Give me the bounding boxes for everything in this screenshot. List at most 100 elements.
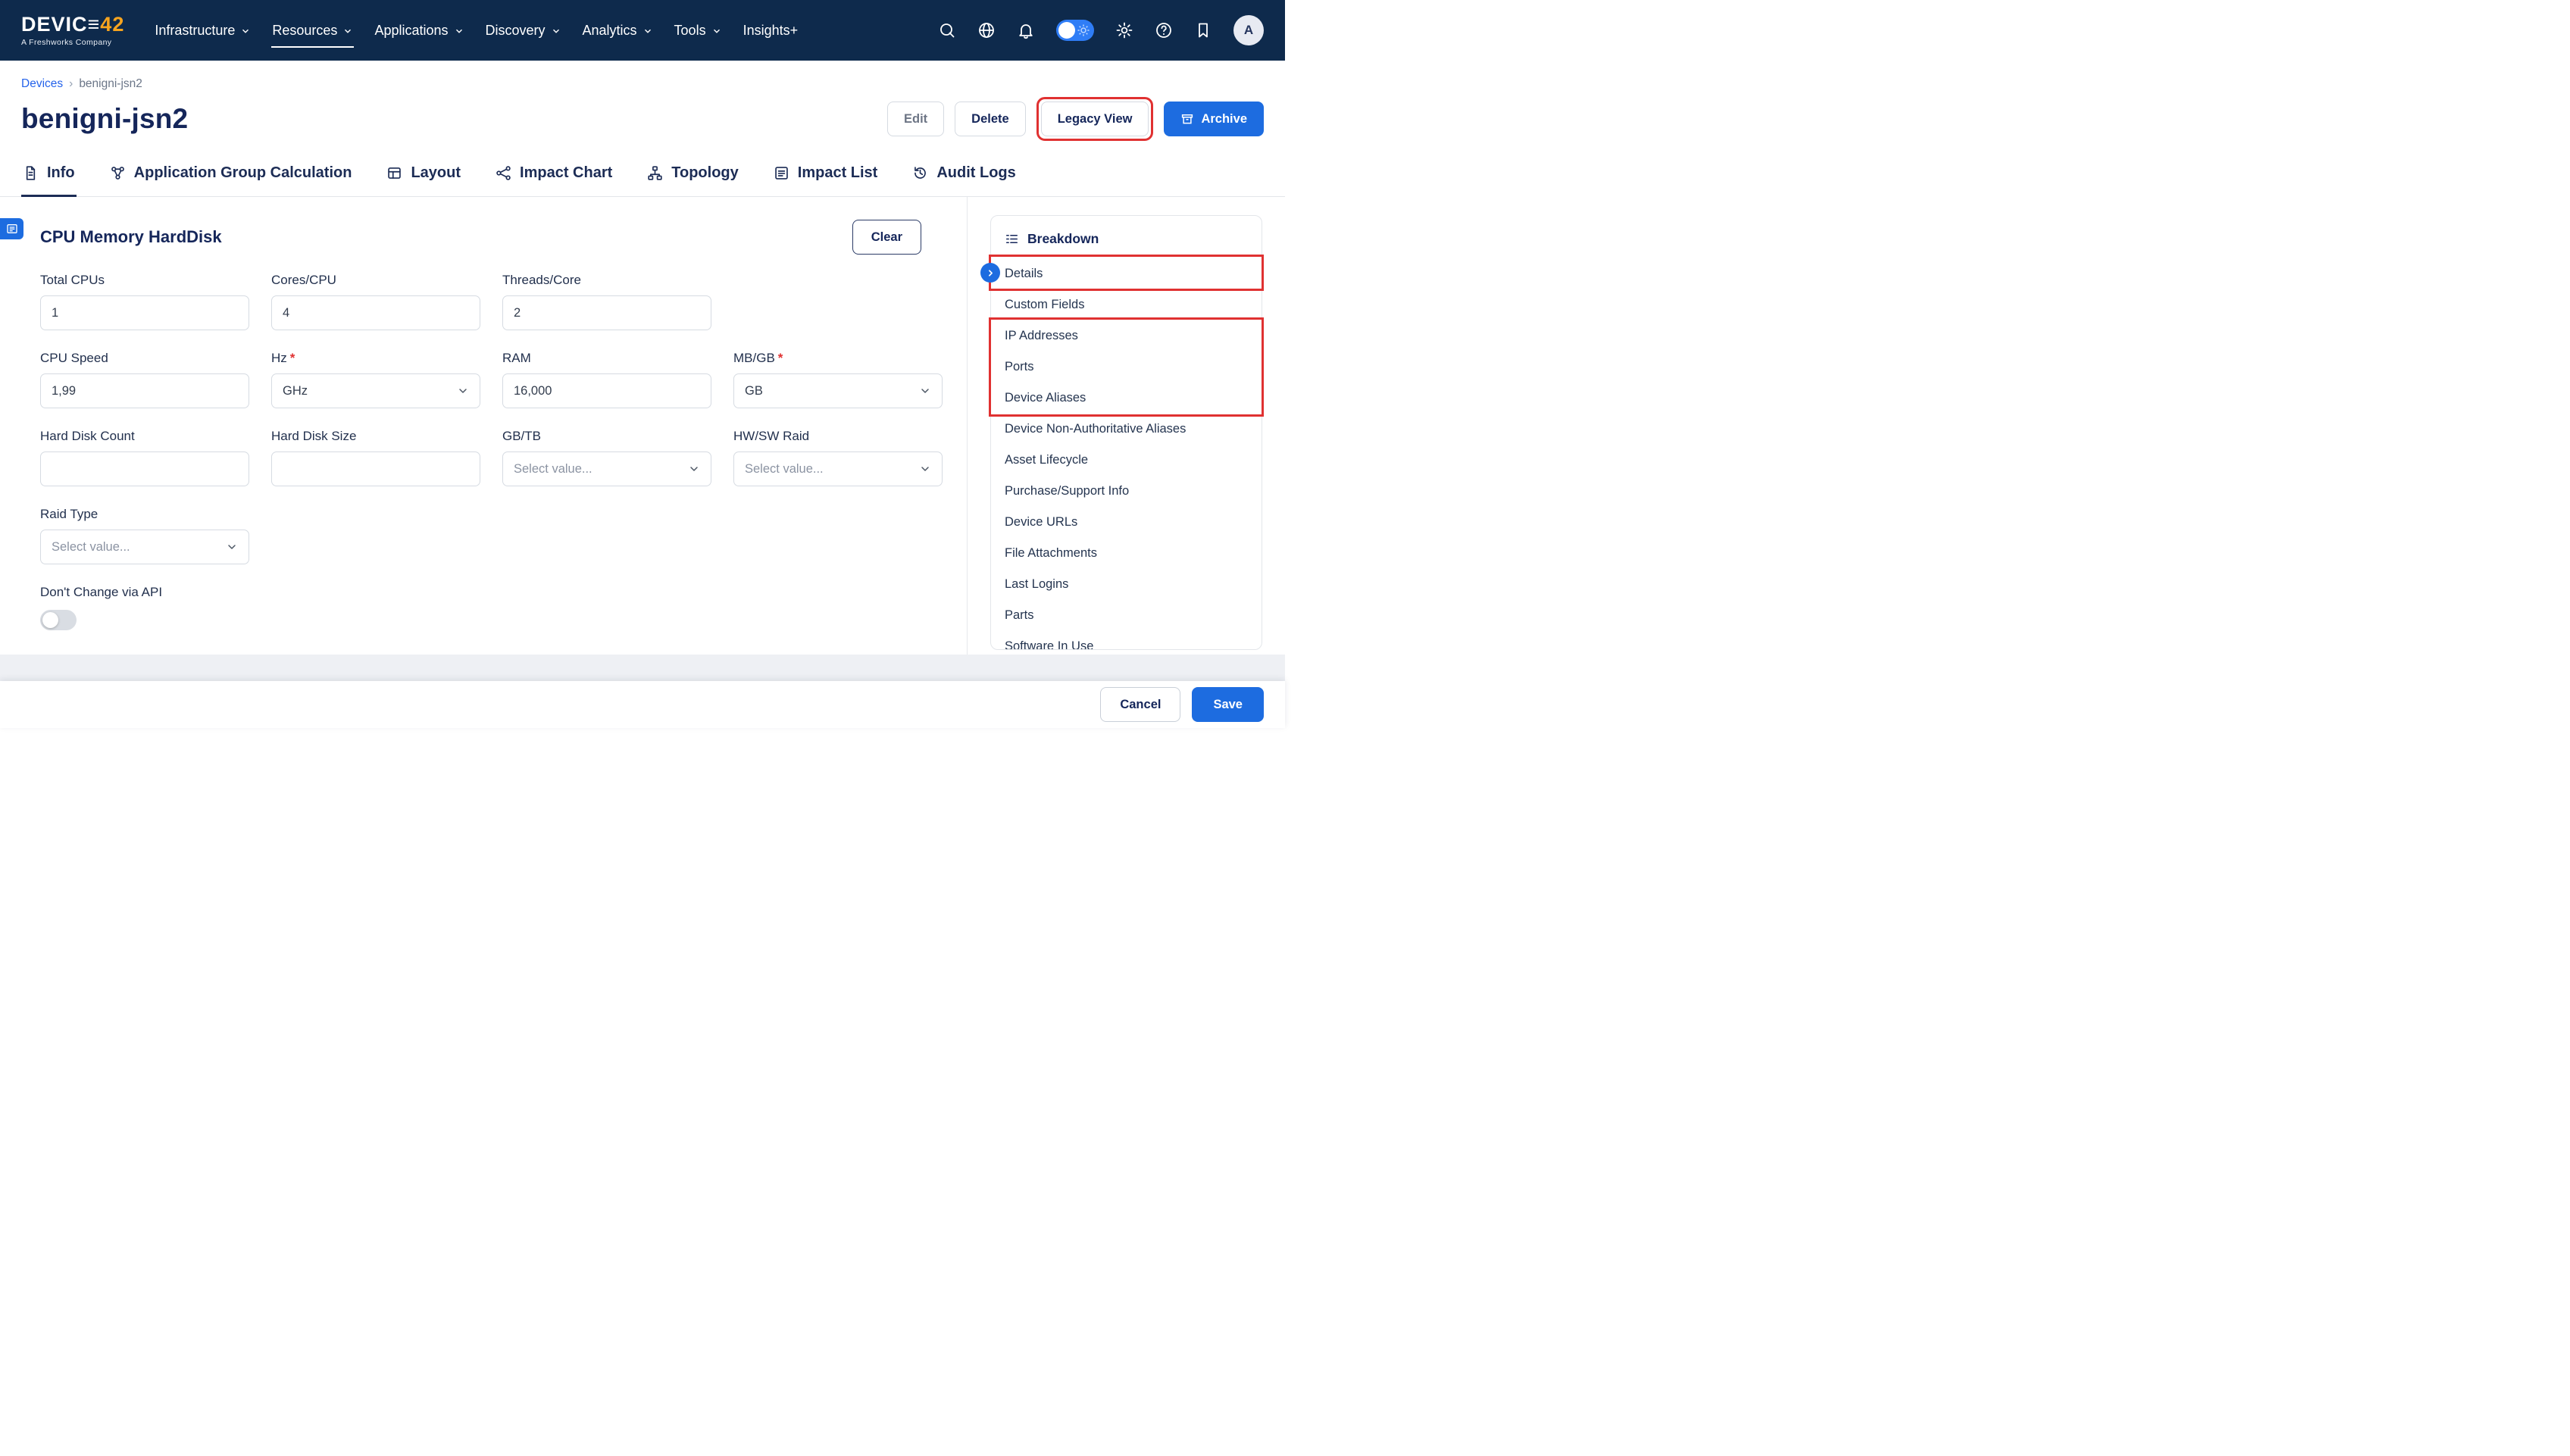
tab-bar: Info Application Group Calculation Layou…: [0, 153, 1285, 197]
breakdown-item-last-logins[interactable]: Last Logins: [991, 569, 1262, 600]
globe-icon[interactable]: [977, 21, 996, 39]
chevron-down-icon: [919, 463, 931, 475]
nav-analytics[interactable]: Analytics: [572, 0, 664, 61]
breakdown-item-custom-fields[interactable]: Custom Fields: [991, 289, 1262, 320]
annotation-legacy-view: Legacy View: [1036, 97, 1154, 141]
nodes-icon: [110, 165, 126, 181]
hard-disk-count-input[interactable]: [40, 451, 249, 486]
archive-icon: [1180, 112, 1194, 126]
chevron-down-icon: [226, 541, 238, 553]
help-icon[interactable]: [1155, 21, 1173, 39]
breakdown-item-details[interactable]: Details: [991, 258, 1262, 289]
cancel-button[interactable]: Cancel: [1100, 687, 1180, 722]
required-asterisk: *: [290, 351, 295, 365]
nav-insights[interactable]: Insights+: [733, 0, 809, 61]
cpu-memory-harddisk-section: CPU Memory HardDisk Clear Total CPUs Cor…: [0, 197, 968, 655]
bookmark-icon[interactable]: [1194, 21, 1212, 39]
cores-cpu-input[interactable]: [271, 295, 480, 330]
tab-audit-logs[interactable]: Audit Logs: [911, 153, 1017, 197]
gb-tb-select[interactable]: Select value...: [502, 451, 711, 486]
chevron-down-icon: [688, 463, 700, 475]
ram-input[interactable]: [502, 373, 711, 408]
nav-discovery[interactable]: Discovery: [475, 0, 572, 61]
breadcrumb-devices[interactable]: Devices: [21, 77, 63, 91]
sun-icon: [1077, 23, 1090, 37]
clear-button[interactable]: Clear: [852, 220, 921, 255]
tab-application-group-calculation[interactable]: Application Group Calculation: [108, 153, 354, 197]
hard-disk-size-input[interactable]: [271, 451, 480, 486]
toggle-knob: [42, 612, 58, 628]
tab-layout[interactable]: Layout: [385, 153, 462, 197]
nav-resources[interactable]: Resources: [261, 0, 364, 61]
save-button[interactable]: Save: [1192, 687, 1264, 722]
tab-info[interactable]: Info: [21, 153, 77, 197]
breakdown-item-purchase-support-info[interactable]: Purchase/Support Info: [991, 476, 1262, 507]
bell-icon[interactable]: [1017, 21, 1035, 39]
nav-tools[interactable]: Tools: [664, 0, 733, 61]
breakdown-sidebar: Breakdown Details Custom Fields IP Addre…: [968, 197, 1285, 655]
topbar-icons: A: [938, 15, 1264, 45]
breakdown-item-file-attachments[interactable]: File Attachments: [991, 538, 1262, 569]
breakdown-item-ip-addresses[interactable]: IP Addresses: [991, 320, 1262, 352]
avatar[interactable]: A: [1233, 15, 1264, 45]
content-area: CPU Memory HardDisk Clear Total CPUs Cor…: [0, 197, 1285, 655]
title-actions: Edit Delete Legacy View Archive: [887, 97, 1264, 141]
topology-icon: [647, 165, 663, 181]
cpu-speed-input[interactable]: [40, 373, 249, 408]
raid-type-select[interactable]: Select value...: [40, 530, 249, 564]
tab-topology[interactable]: Topology: [646, 153, 740, 197]
logo-tagline: A Freshworks Company: [21, 38, 124, 47]
list-icon: [774, 165, 789, 181]
chevron-down-icon: [711, 26, 722, 36]
hz-select[interactable]: GHz: [271, 373, 480, 408]
breakdown-item-device-non-authoritative-aliases[interactable]: Device Non-Authoritative Aliases: [991, 414, 1262, 445]
collapse-chevron-button[interactable]: [980, 263, 1000, 283]
background-gap: [0, 655, 1285, 681]
edit-button[interactable]: Edit: [887, 102, 944, 136]
nav-applications[interactable]: Applications: [364, 0, 474, 61]
main-nav: Infrastructure Resources Applications Di…: [144, 0, 808, 61]
breakdown-item-device-urls[interactable]: Device URLs: [991, 507, 1262, 538]
mb-gb-select[interactable]: GB: [733, 373, 943, 408]
nav-infrastructure[interactable]: Infrastructure: [144, 0, 261, 61]
tab-impact-list[interactable]: Impact List: [772, 153, 880, 197]
search-icon[interactable]: [938, 21, 956, 39]
chevron-down-icon: [642, 26, 653, 36]
section-title: CPU Memory HardDisk: [40, 227, 222, 247]
delete-button[interactable]: Delete: [955, 102, 1026, 136]
breakdown-item-software-in-use[interactable]: Software In Use: [991, 631, 1262, 650]
field-hw-sw-raid: HW/SW Raid Select value...: [733, 429, 943, 486]
form-grid: Total CPUs Cores/CPU Threads/Core CPU Sp…: [40, 273, 944, 630]
breakdown-item-parts[interactable]: Parts: [991, 600, 1262, 631]
legacy-view-button[interactable]: Legacy View: [1041, 102, 1149, 136]
threads-core-input[interactable]: [502, 295, 711, 330]
total-cpus-input[interactable]: [40, 295, 249, 330]
toggle-knob: [1058, 22, 1075, 39]
gear-icon[interactable]: [1115, 21, 1133, 39]
page-title: benigni-jsn2: [21, 103, 188, 135]
side-panel-toggle[interactable]: [0, 218, 23, 239]
breakdown-item-ports[interactable]: Ports: [991, 352, 1262, 383]
breakdown-panel: Breakdown Details Custom Fields IP Addre…: [990, 215, 1262, 650]
field-cores-cpu: Cores/CPU: [271, 273, 480, 330]
device42-logo[interactable]: DEVIC≡42 A Freshworks Company: [21, 14, 124, 47]
archive-button[interactable]: Archive: [1164, 102, 1264, 136]
breakdown-item-asset-lifecycle[interactable]: Asset Lifecycle: [991, 445, 1262, 476]
field-cpu-speed: CPU Speed: [40, 351, 249, 408]
logo-text: DEVIC≡42: [21, 14, 124, 35]
hw-sw-raid-select[interactable]: Select value...: [733, 451, 943, 486]
required-asterisk: *: [778, 351, 783, 365]
dont-change-api-toggle[interactable]: [40, 610, 77, 630]
chevron-down-icon: [551, 26, 561, 36]
breakdown-item-device-aliases[interactable]: Device Aliases: [991, 383, 1262, 414]
page: DEVIC≡42 A Freshworks Company Infrastruc…: [0, 0, 1285, 728]
field-hard-disk-size: Hard Disk Size: [271, 429, 480, 486]
breakdown-header: Breakdown: [991, 216, 1262, 258]
tab-impact-chart[interactable]: Impact Chart: [494, 153, 614, 197]
chevron-down-icon: [919, 385, 931, 397]
field-total-cpus: Total CPUs: [40, 273, 249, 330]
list-tree-icon: [1005, 232, 1019, 246]
theme-toggle[interactable]: [1056, 20, 1094, 41]
title-row: benigni-jsn2 Edit Delete Legacy View Arc…: [0, 91, 1285, 141]
field-hard-disk-count: Hard Disk Count: [40, 429, 249, 486]
